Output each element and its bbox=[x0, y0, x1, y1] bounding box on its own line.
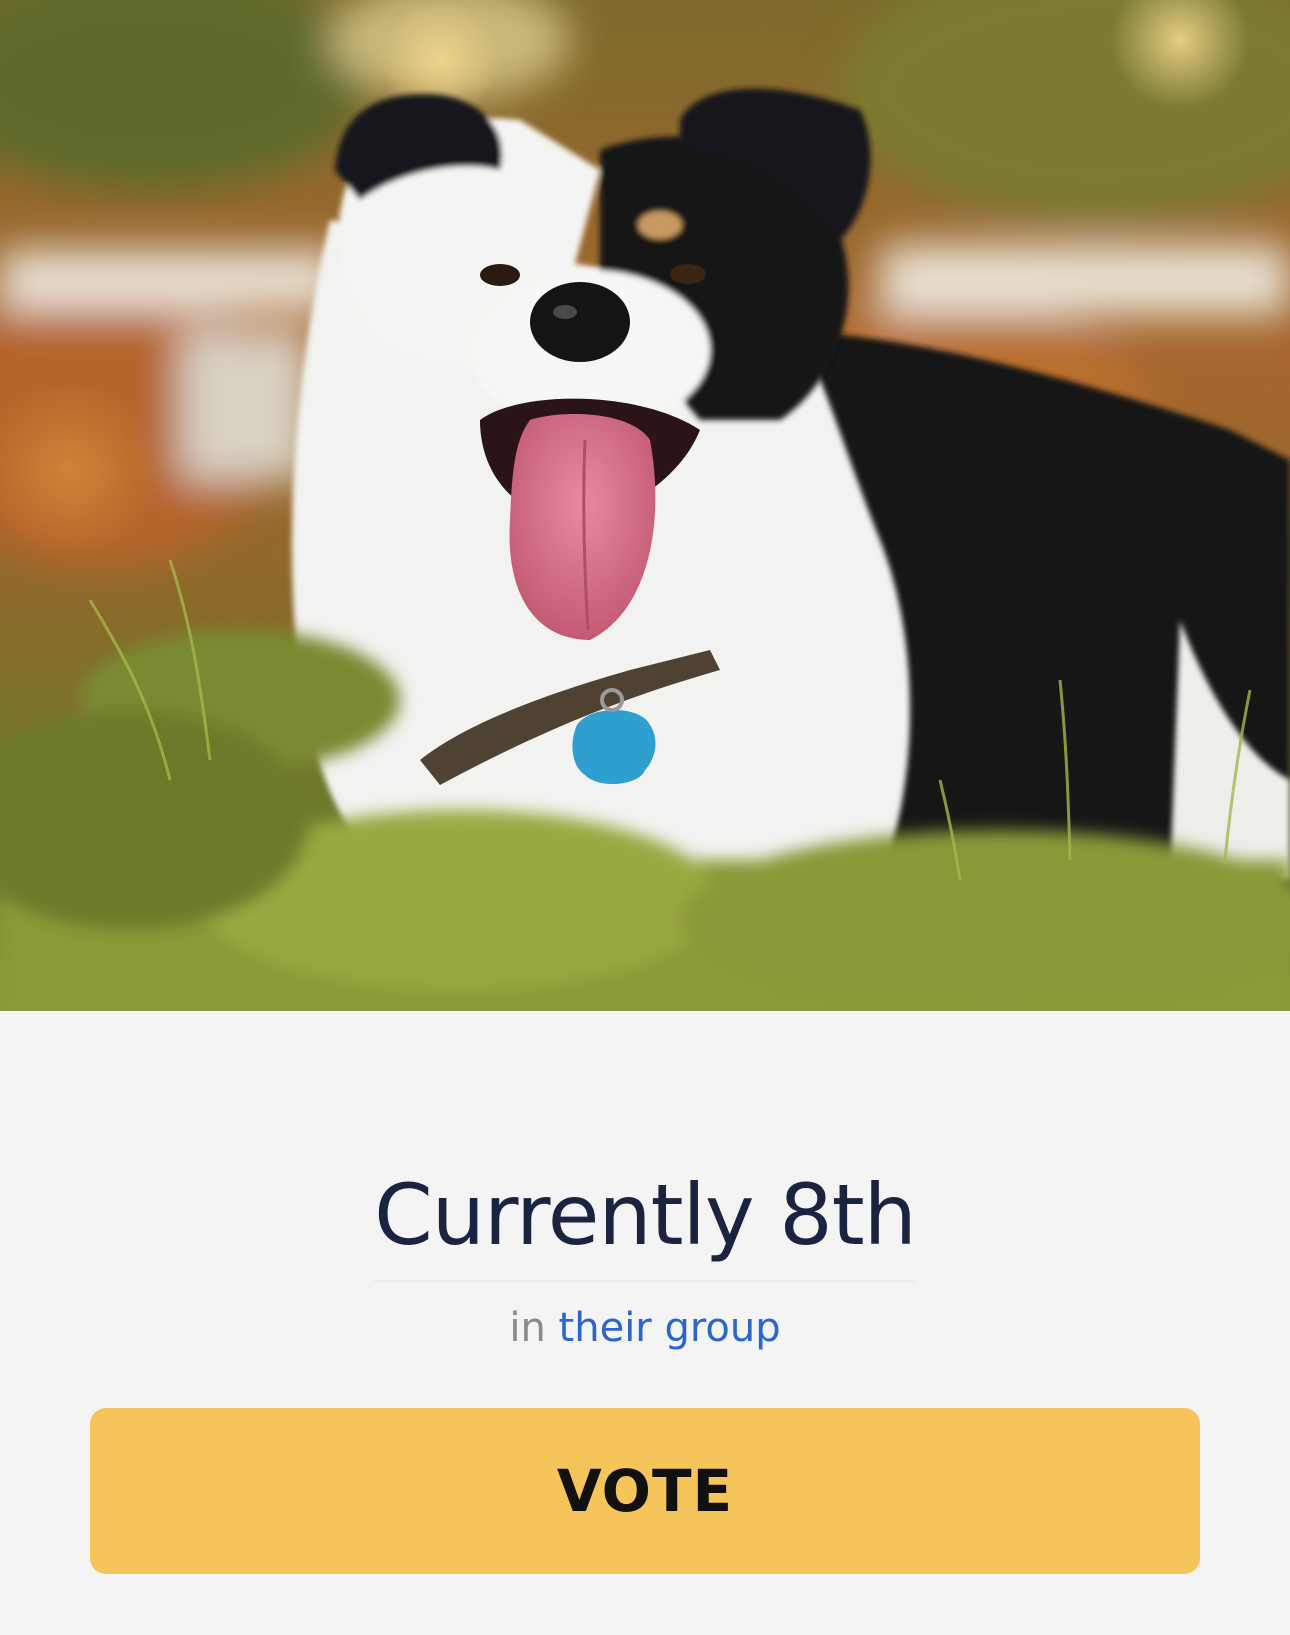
rank-section: Currently 8th in their group bbox=[0, 1160, 1290, 1356]
vote-button[interactable]: VOTE bbox=[90, 1408, 1200, 1574]
their-group-link[interactable]: their group bbox=[559, 1305, 781, 1351]
current-rank-heading: Currently 8th bbox=[374, 1160, 917, 1282]
rank-context: in their group bbox=[0, 1300, 1290, 1356]
rank-context-prefix: in bbox=[509, 1305, 546, 1351]
contest-entry-card: Currently 8th in their group VOTE bbox=[0, 0, 1290, 1635]
dog-photo bbox=[0, 0, 1290, 1011]
